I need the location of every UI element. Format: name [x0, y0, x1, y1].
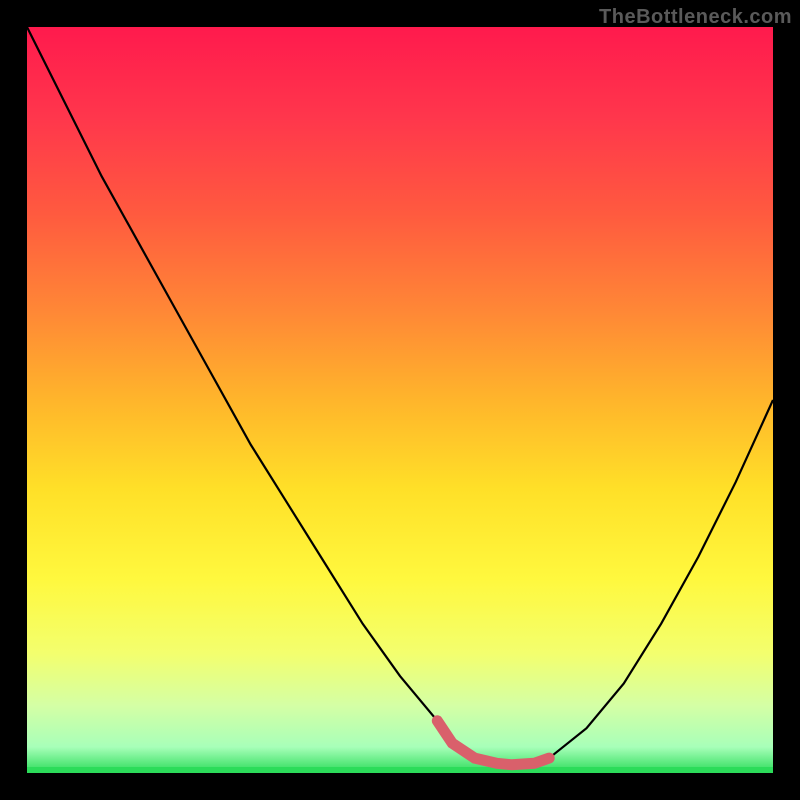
- bottleneck-plot-svg: [0, 0, 800, 800]
- plot-background: [27, 27, 773, 773]
- chart-stage: TheBottleneck.com: [0, 0, 800, 800]
- watermark-text: TheBottleneck.com: [599, 6, 792, 29]
- baseline-strip: [27, 767, 773, 773]
